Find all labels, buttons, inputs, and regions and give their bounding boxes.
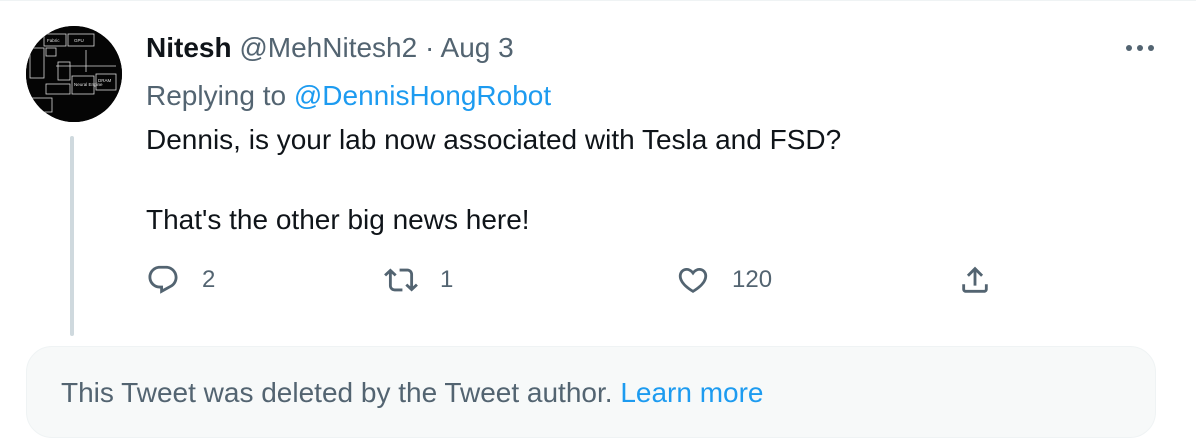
more-dots-icon — [1126, 45, 1154, 51]
top-divider — [0, 0, 1196, 1]
tweet-header: Nitesh @MehNitesh2 · Aug 3 — [146, 28, 514, 68]
retweet-count: 1 — [440, 266, 454, 293]
more-options-button[interactable] — [1120, 28, 1160, 68]
learn-more-link[interactable]: Learn more — [620, 377, 763, 408]
retweet-button[interactable]: 1 — [384, 258, 453, 302]
replying-prefix: Replying to — [146, 80, 287, 111]
share-upload-icon — [962, 266, 988, 293]
tweet-date[interactable]: Aug 3 — [441, 32, 514, 63]
like-count: 120 — [732, 266, 773, 293]
deleted-tweet-notice: This Tweet was deleted by the Tweet auth… — [26, 346, 1156, 438]
tweet-text: Dennis, is your lab now associated with … — [146, 120, 841, 240]
author-handle[interactable]: @MehNitesh2 — [239, 32, 417, 63]
author-name[interactable]: Nitesh — [146, 32, 232, 63]
avatar[interactable]: Fabric GPU Neural Engine DRAM — [26, 26, 122, 122]
like-button[interactable]: 120 — [676, 258, 772, 302]
replying-to-line: Replying to @DennisHongRobot — [146, 76, 551, 116]
reply-button[interactable]: 2 — [146, 258, 215, 302]
chip-diagram-image: Fabric GPU Neural Engine DRAM — [26, 26, 122, 122]
avatar-label-dram: DRAM — [98, 78, 112, 83]
header-separator: · — [424, 32, 435, 63]
deleted-notice-line: This Tweet was deleted by the Tweet auth… — [61, 373, 764, 413]
replying-to-mention[interactable]: @DennisHongRobot — [294, 80, 551, 111]
deleted-notice-text: This Tweet was deleted by the Tweet auth… — [61, 377, 613, 408]
thread-line — [70, 136, 74, 336]
share-button[interactable] — [958, 258, 992, 302]
heart-icon — [678, 267, 708, 293]
reply-bubble-icon — [148, 265, 178, 294]
tweet-text-line: That's the other big news here! — [146, 204, 530, 235]
tweet-text-line: Dennis, is your lab now associated with … — [146, 124, 842, 155]
avatar-label-gpu: GPU — [74, 38, 84, 43]
retweet-icon — [384, 268, 418, 292]
avatar-label-fabric: Fabric — [47, 38, 60, 43]
reply-count: 2 — [202, 266, 216, 293]
